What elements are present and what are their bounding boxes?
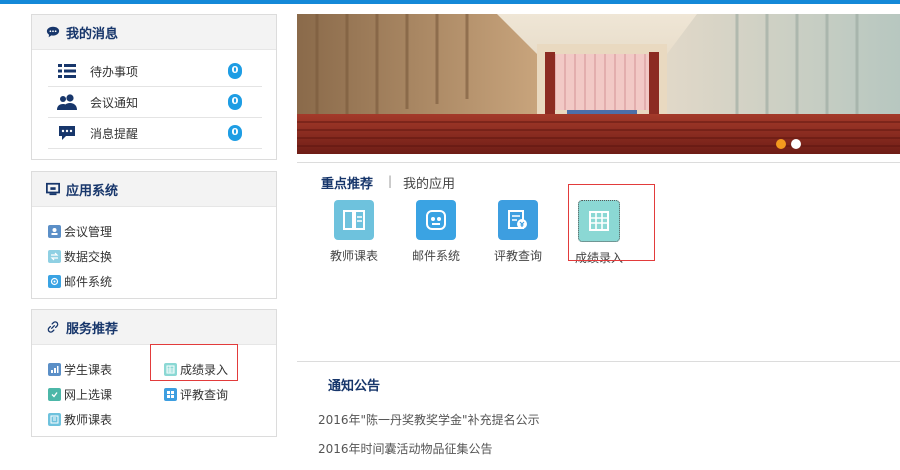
meeting-notice-item[interactable]: 会议通知 0 xyxy=(48,87,262,118)
evaluation-query-icon xyxy=(164,388,177,401)
tab-featured[interactable]: 重点推荐 xyxy=(321,173,373,192)
notice-item[interactable]: 2016年时间囊活动物品征集公告 xyxy=(318,440,493,457)
evaluation-query-label: 评教查询 xyxy=(180,388,229,402)
link-icon xyxy=(47,321,59,333)
query-icon xyxy=(498,200,538,240)
banner-carousel[interactable] xyxy=(297,14,900,154)
tab-separator: | xyxy=(388,174,393,188)
app-systems-header: 应用系统 xyxy=(32,172,276,207)
app-evaluation-query-label: 评教查询 xyxy=(493,249,542,263)
teacher-schedule-icon xyxy=(48,413,61,426)
service-recommend-header: 服务推荐 xyxy=(32,310,276,345)
app-mail-system-label: 邮件系统 xyxy=(411,249,460,263)
app-teacher-schedule-label: 教师课表 xyxy=(329,249,378,263)
message-reminder-item[interactable]: 消息提醒 0 xyxy=(48,118,262,149)
reminder-count-badge: 0 xyxy=(228,125,242,141)
message-reminder-label: 消息提醒 xyxy=(90,126,139,141)
app-teacher-schedule[interactable]: 教师课表 xyxy=(319,200,389,264)
chat-bubble-icon xyxy=(46,26,60,38)
grade-entry-highlight-box xyxy=(150,344,238,381)
auditorium-banner-image xyxy=(297,14,900,154)
meeting-management-label: 会议管理 xyxy=(64,225,113,239)
app-evaluation-query[interactable]: 评教查询 xyxy=(483,200,553,264)
book-icon xyxy=(334,200,374,240)
app-systems-title: 应用系统 xyxy=(66,183,119,199)
app-mail-system[interactable]: 邮件系统 xyxy=(401,200,471,264)
service-recommend-title: 服务推荐 xyxy=(66,321,119,337)
meeting-count-badge: 0 xyxy=(228,94,242,110)
mail-system-icon xyxy=(48,275,61,288)
grade-entry-app-highlight-box xyxy=(568,184,655,261)
top-accent-bar xyxy=(0,0,900,4)
notice-section-title: 通知公告 xyxy=(328,379,381,394)
data-exchange-label: 数据交换 xyxy=(64,250,113,264)
list-icon xyxy=(56,62,78,80)
todo-item[interactable]: 待办事项 0 xyxy=(48,56,262,87)
users-icon xyxy=(56,93,78,111)
carousel-dot-2[interactable] xyxy=(791,139,801,149)
notice-divider xyxy=(297,361,900,362)
meeting-management-icon xyxy=(48,225,61,238)
online-course-selection-link[interactable]: 网上选课 xyxy=(48,386,112,403)
student-schedule-label: 学生课表 xyxy=(64,363,113,377)
meeting-notice-label: 会议通知 xyxy=(90,95,139,110)
notice-item[interactable]: 2016年"陈一丹奖教奖学金"补充提名公示 xyxy=(318,411,540,428)
mail-icon xyxy=(416,200,456,240)
my-messages-header: 我的消息 xyxy=(32,15,276,50)
carousel-dot-1[interactable] xyxy=(776,139,786,149)
data-exchange-link[interactable]: 数据交换 xyxy=(48,248,112,265)
banner-divider xyxy=(297,162,900,163)
my-messages-title: 我的消息 xyxy=(66,26,119,42)
mail-system-link[interactable]: 邮件系统 xyxy=(48,273,112,290)
todo-count-badge: 0 xyxy=(228,63,242,79)
student-schedule-link[interactable]: 学生课表 xyxy=(48,361,112,378)
tab-my-apps[interactable]: 我的应用 xyxy=(403,173,455,192)
monitor-icon xyxy=(46,182,60,196)
data-exchange-icon xyxy=(48,250,61,263)
my-messages-panel: 我的消息 待办事项 0 会议通知 0 消息提醒 0 xyxy=(31,14,277,160)
meeting-management-link[interactable]: 会议管理 xyxy=(48,223,112,240)
mail-system-label: 邮件系统 xyxy=(64,275,113,289)
comment-icon xyxy=(56,124,78,142)
evaluation-query-link[interactable]: 评教查询 xyxy=(164,386,228,403)
teacher-schedule-link[interactable]: 教师课表 xyxy=(48,411,112,428)
online-course-selection-label: 网上选课 xyxy=(64,388,113,402)
app-systems-panel: 应用系统 会议管理 数据交换 邮件系统 xyxy=(31,171,277,299)
student-schedule-icon xyxy=(48,363,61,376)
todo-label: 待办事项 xyxy=(90,64,139,79)
course-selection-icon xyxy=(48,388,61,401)
teacher-schedule-label: 教师课表 xyxy=(64,413,113,427)
